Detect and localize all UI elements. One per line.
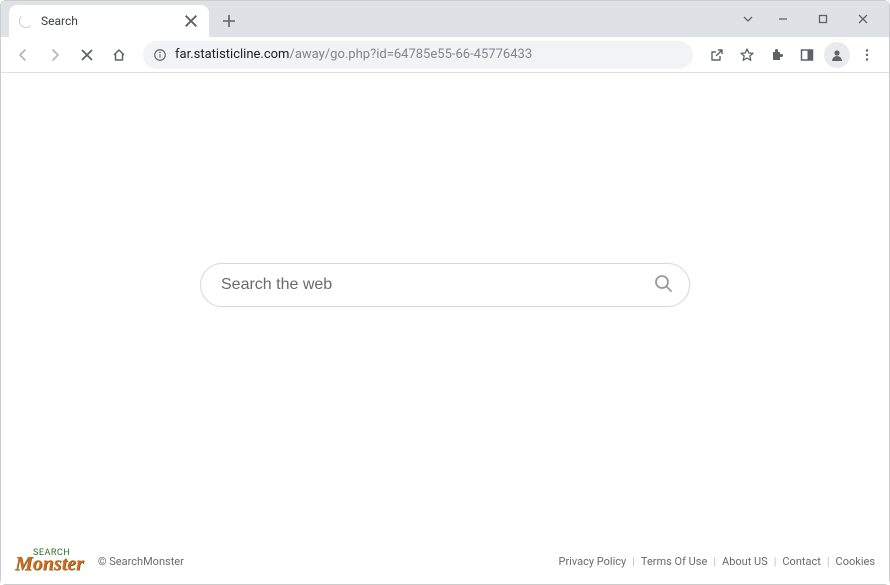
close-icon — [79, 47, 95, 63]
home-icon — [111, 47, 127, 63]
window-controls — [733, 1, 883, 37]
search-submit[interactable] — [653, 273, 673, 297]
footer-link-cookies[interactable]: Cookies — [836, 555, 875, 568]
sidepanel-button[interactable] — [793, 41, 821, 69]
star-icon — [739, 47, 755, 63]
footer-links: Privacy Policy| Terms Of Use| About US| … — [559, 555, 876, 568]
person-icon — [829, 47, 845, 63]
maximize-button[interactable] — [803, 5, 843, 33]
tab-title: Search — [41, 14, 183, 28]
footer-link-privacy[interactable]: Privacy Policy — [559, 555, 627, 568]
arrow-right-icon — [47, 47, 63, 63]
titlebar: Search — [1, 1, 889, 37]
profile-button[interactable] — [823, 41, 851, 69]
close-icon — [857, 13, 869, 25]
footer-link-contact[interactable]: Contact — [782, 555, 820, 568]
home-button[interactable] — [105, 41, 133, 69]
address-bar[interactable]: far.statisticline.com/away/go.php?id=647… — [143, 41, 693, 69]
logo: SEARCH Monster — [15, 548, 84, 574]
back-button[interactable] — [9, 41, 37, 69]
chevron-down-icon — [742, 13, 754, 25]
footer-link-terms[interactable]: Terms Of Use — [641, 555, 707, 568]
close-icon — [183, 13, 199, 29]
loading-spinner-icon — [19, 14, 33, 28]
page-content: SEARCH Monster © SearchMonster Privacy P… — [1, 73, 889, 584]
menu-button[interactable] — [853, 41, 881, 69]
tab-close-button[interactable] — [183, 13, 199, 29]
share-icon — [709, 47, 725, 63]
extensions-button[interactable] — [763, 41, 791, 69]
search-container — [200, 263, 690, 307]
kebab-icon — [859, 47, 875, 63]
stop-reload-button[interactable] — [73, 41, 101, 69]
maximize-icon — [817, 13, 829, 25]
search-box[interactable] — [200, 263, 690, 307]
page-footer: SEARCH Monster © SearchMonster Privacy P… — [1, 542, 889, 584]
search-input[interactable] — [221, 276, 653, 294]
arrow-left-icon — [15, 47, 31, 63]
panel-icon — [799, 47, 815, 63]
share-button[interactable] — [703, 41, 731, 69]
minimize-icon — [777, 13, 789, 25]
logo-word-text: Monster — [15, 553, 84, 575]
tab-search-button[interactable] — [733, 5, 763, 33]
plus-icon — [222, 14, 236, 28]
new-tab-button[interactable] — [215, 7, 243, 35]
search-icon — [653, 273, 673, 293]
avatar — [824, 42, 850, 68]
toolbar-right — [703, 41, 881, 69]
url-text: far.statisticline.com/away/go.php?id=647… — [175, 47, 683, 62]
forward-button[interactable] — [41, 41, 69, 69]
minimize-button[interactable] — [763, 5, 803, 33]
copyright-text: © SearchMonster — [98, 555, 184, 568]
browser-toolbar: far.statisticline.com/away/go.php?id=647… — [1, 37, 889, 73]
browser-tab[interactable]: Search — [9, 5, 209, 37]
puzzle-icon — [769, 47, 785, 63]
info-icon — [153, 48, 167, 62]
bookmark-button[interactable] — [733, 41, 761, 69]
footer-link-about[interactable]: About US — [722, 555, 768, 568]
url-path: /away/go.php?id=64785e55-66-45776433 — [289, 47, 532, 62]
close-window-button[interactable] — [843, 5, 883, 33]
url-host: far.statisticline.com — [175, 47, 289, 62]
footer-left: SEARCH Monster © SearchMonster — [15, 548, 184, 574]
